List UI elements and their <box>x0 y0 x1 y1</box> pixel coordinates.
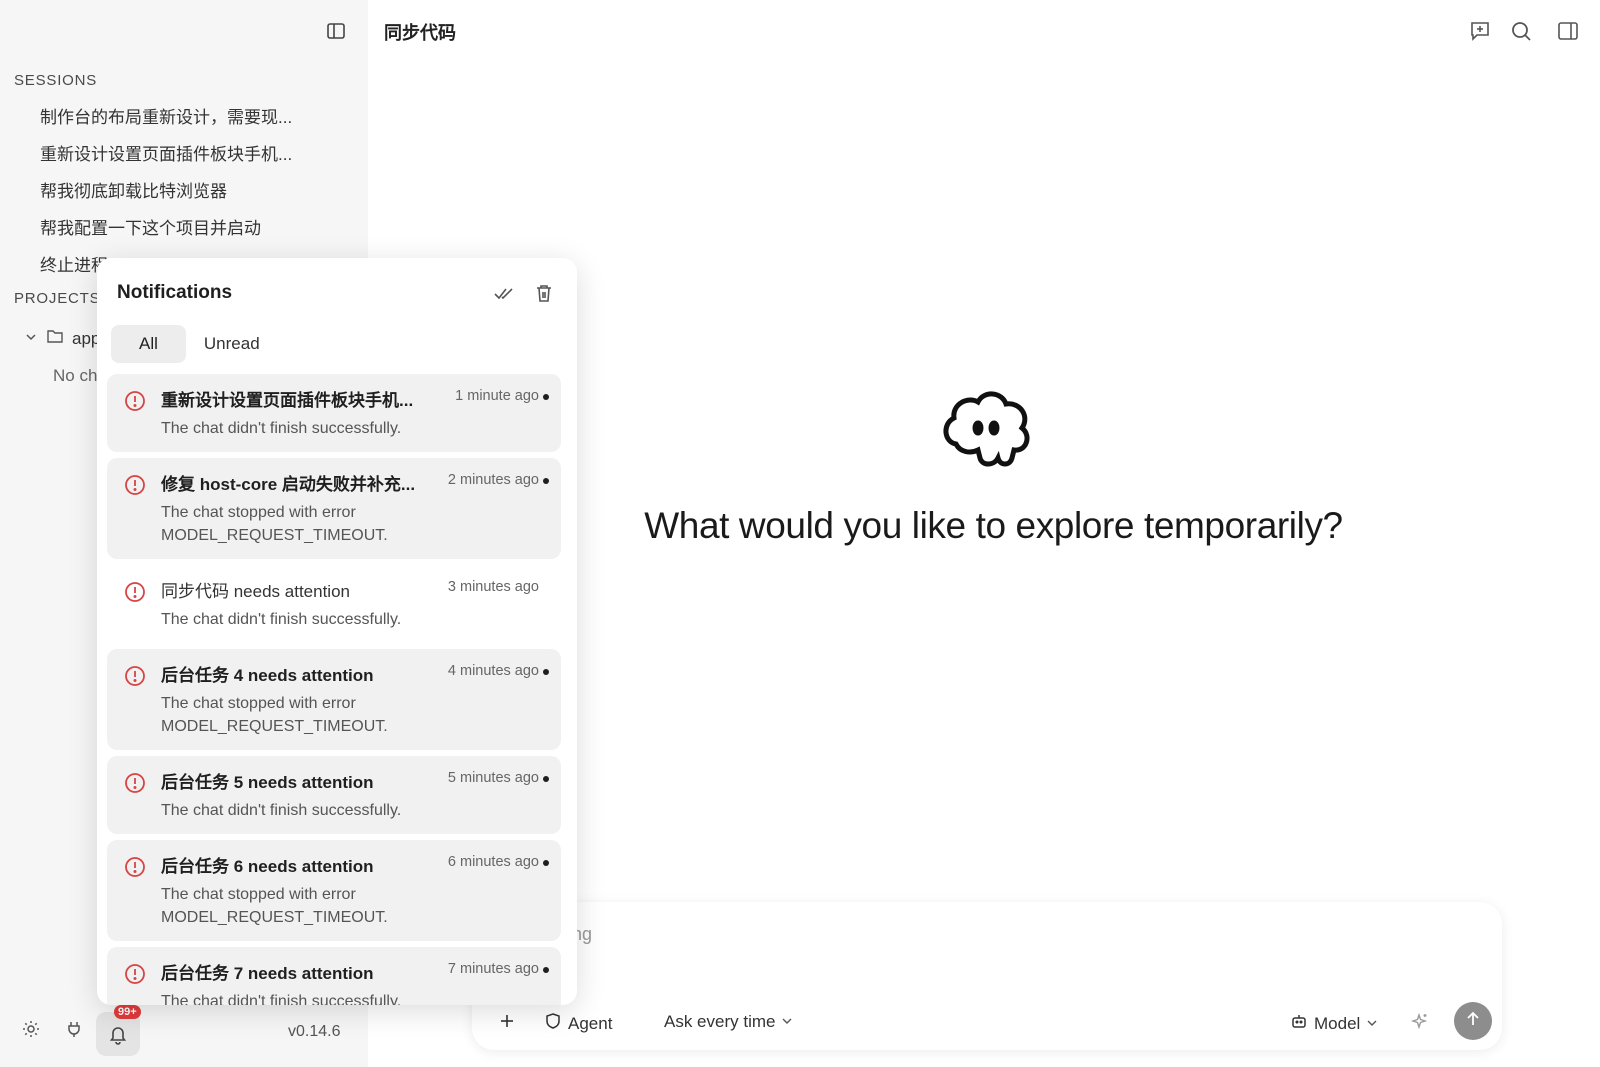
notification-list: 重新设计设置页面插件板块手机... The chat didn't finish … <box>107 374 561 1005</box>
send-button[interactable] <box>1454 1002 1492 1040</box>
alert-circle-icon <box>123 771 147 795</box>
tab-unread[interactable]: Unread <box>192 325 272 363</box>
notification-title: 修复 host-core 启动失败并补充... <box>161 475 416 494</box>
unread-dot <box>543 967 549 973</box>
project-item[interactable]: app <box>24 328 100 349</box>
chevron-down-icon <box>1366 1014 1378 1034</box>
chevron-down-icon[interactable] <box>24 329 38 349</box>
alert-circle-icon <box>123 473 147 497</box>
unread-dot <box>543 394 549 400</box>
notification-message: The chat stopped with error MODEL_REQUES… <box>161 886 388 926</box>
alert-circle-icon <box>123 855 147 879</box>
notification-message: The chat didn't finish successfully. <box>161 611 402 628</box>
gear-icon[interactable] <box>21 1019 43 1041</box>
new-chat-icon[interactable] <box>1468 19 1492 43</box>
notification-message: The chat didn't finish successfully. <box>161 993 402 1005</box>
notification-item[interactable]: 后台任务 5 needs attention The chat didn't fi… <box>107 756 561 834</box>
alert-circle-icon <box>123 389 147 413</box>
notification-item[interactable]: 修复 host-core 启动失败并补充... The chat stopped … <box>107 458 561 559</box>
plus-icon <box>498 1012 516 1035</box>
page-title: 同步代码 <box>384 23 456 43</box>
composer[interactable]: ng Agent Ask every time Model <box>472 902 1502 1050</box>
shield-icon <box>544 1012 562 1035</box>
trash-icon[interactable] <box>533 282 555 304</box>
notification-time: 4 minutes ago <box>447 663 539 679</box>
notification-message: The chat didn't finish successfully. <box>161 802 402 819</box>
unread-dot <box>543 860 549 866</box>
notification-time: 6 minutes ago <box>447 854 539 870</box>
mark-all-read-icon[interactable] <box>493 282 515 304</box>
projects-heading: PROJECTS <box>14 290 101 307</box>
sparkle-icon <box>1410 1012 1430 1037</box>
arrow-up-icon <box>1464 1010 1482 1033</box>
notification-count-badge: 99+ <box>114 1005 141 1019</box>
attach-button[interactable] <box>498 1012 516 1035</box>
enhance-prompt-button[interactable] <box>1410 1012 1430 1037</box>
notification-item[interactable]: 后台任务 7 needs attention The chat didn't fi… <box>107 947 561 1005</box>
search-icon[interactable] <box>1509 19 1533 43</box>
session-item[interactable]: 重新设计设置页面插件板块手机... <box>40 140 292 165</box>
notification-item[interactable]: 后台任务 6 needs attention The chat stopped w… <box>107 840 561 941</box>
ask-mode-label: Ask every time <box>664 1012 776 1031</box>
model-dropdown[interactable]: Model <box>1290 1012 1378 1035</box>
sessions-heading: SESSIONS <box>14 72 98 89</box>
unread-dot <box>543 669 549 675</box>
alert-circle-icon <box>123 580 147 604</box>
notifications-button[interactable]: 99+ <box>96 1005 141 1056</box>
notification-time: 5 minutes ago <box>447 770 539 786</box>
notification-title: 重新设计设置页面插件板块手机... <box>161 391 414 410</box>
robot-icon <box>1290 1012 1308 1035</box>
notification-item[interactable]: 重新设计设置页面插件板块手机... The chat didn't finish … <box>107 374 561 452</box>
model-label: Model <box>1314 1013 1361 1033</box>
notification-message: The chat stopped with error MODEL_REQUES… <box>161 695 388 735</box>
mascot-logo <box>936 384 1036 484</box>
notification-title: 后台任务 5 needs attention <box>161 773 374 792</box>
notification-title: 后台任务 4 needs attention <box>161 666 374 685</box>
notification-item[interactable]: 后台任务 4 needs attention The chat stopped w… <box>107 649 561 750</box>
notification-title: 同步代码 needs attention <box>161 582 350 601</box>
version-label: v0.14.6 <box>288 1023 341 1040</box>
notification-tabs: All Unread <box>111 325 272 363</box>
agent-label: Agent <box>568 1013 613 1033</box>
notification-time: 1 minute ago <box>455 388 539 404</box>
folder-icon <box>46 328 64 349</box>
notifications-panel: Notifications All Unread 重新设计设置页面插件板块手机.… <box>97 258 577 1005</box>
notification-message: The chat didn't finish successfully. <box>161 420 402 437</box>
notification-item[interactable]: 同步代码 needs attention The chat didn't fini… <box>107 565 561 643</box>
notification-time: 3 minutes ago <box>447 579 539 595</box>
tab-all[interactable]: All <box>111 325 186 363</box>
notification-time: 7 minutes ago <box>447 961 539 977</box>
session-item[interactable]: 帮我配置一下这个项目并启动 <box>40 214 261 239</box>
agent-selector[interactable]: Agent <box>544 1012 612 1035</box>
session-item[interactable]: 制作台的布局重新设计，需要现... <box>40 103 292 128</box>
session-item[interactable]: 帮我彻底卸载比特浏览器 <box>40 177 227 202</box>
chevron-down-icon <box>781 1012 793 1032</box>
notification-title: 后台任务 7 needs attention <box>161 964 374 983</box>
ask-mode-dropdown[interactable]: Ask every time <box>664 1012 793 1032</box>
notification-time: 2 minutes ago <box>447 472 539 488</box>
sidebar-footer: 99+ v0.14.6 <box>0 1005 368 1056</box>
bell-icon <box>107 1023 129 1050</box>
unread-dot <box>543 776 549 782</box>
sidebar-toggle-icon[interactable] <box>325 20 347 42</box>
notifications-title: Notifications <box>117 282 233 303</box>
unread-dot <box>543 478 549 484</box>
alert-circle-icon <box>123 664 147 688</box>
right-panel-toggle-icon[interactable] <box>1556 19 1580 43</box>
alert-circle-icon <box>123 962 147 986</box>
notification-title: 后台任务 6 needs attention <box>161 857 374 876</box>
notification-message: The chat stopped with error MODEL_REQUES… <box>161 504 388 544</box>
plug-icon[interactable] <box>64 1019 86 1041</box>
